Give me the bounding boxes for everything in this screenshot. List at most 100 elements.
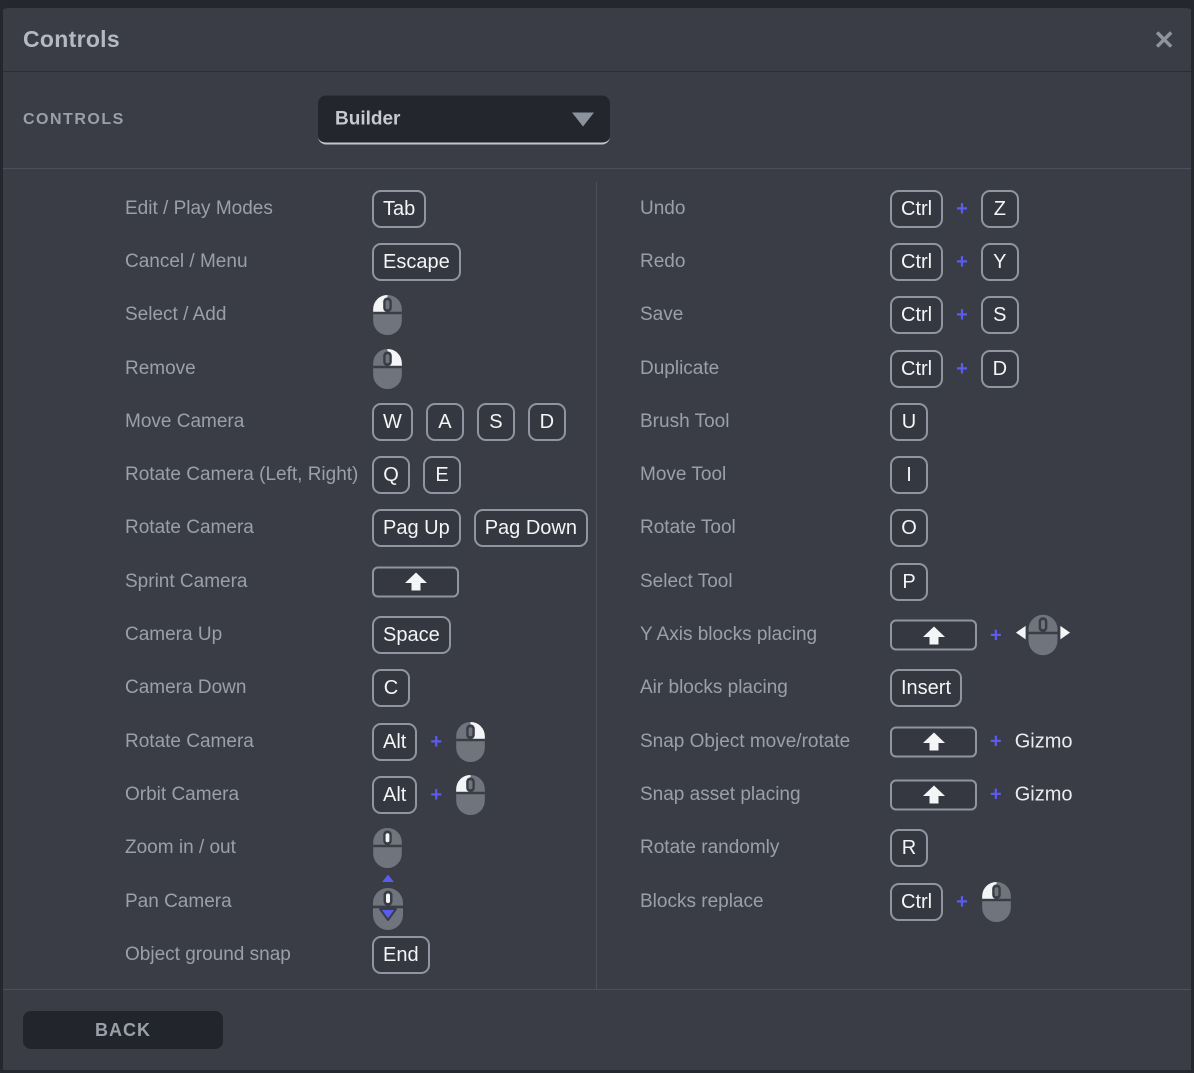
control-binding: Insert — [890, 669, 962, 707]
control-binding: Tab — [372, 190, 426, 228]
control-binding — [372, 294, 403, 336]
key-r: R — [890, 829, 928, 867]
control-binding — [372, 872, 404, 932]
plus-separator: + — [990, 732, 1002, 752]
control-row: Rotate Camera (Left, Right) QE — [3, 448, 596, 501]
control-binding: QE — [372, 456, 461, 494]
control-row: Rotate Camera Alt + — [3, 715, 596, 768]
mouse-left-click-icon — [981, 881, 1012, 923]
control-row: Remove — [3, 342, 596, 395]
control-row: Snap asset placing +Gizmo — [597, 768, 1191, 821]
control-binding: Space — [372, 616, 451, 654]
key-pag-up: Pag Up — [372, 509, 461, 547]
control-binding: WASD — [372, 403, 566, 441]
control-binding: Escape — [372, 243, 461, 281]
key-end: End — [372, 936, 430, 974]
shift-key-icon — [890, 726, 977, 757]
control-binding: Ctrl+Y — [890, 243, 1019, 281]
controls-scheme-dropdown[interactable]: Builder — [318, 96, 610, 145]
control-row: Rotate Camera Pag UpPag Down — [3, 502, 596, 555]
key-alt: Alt — [372, 723, 417, 761]
control-label: Air blocks placing — [640, 677, 788, 699]
key-w: W — [372, 403, 413, 441]
control-binding — [372, 566, 459, 597]
control-binding: Ctrl+Z — [890, 190, 1019, 228]
control-binding: + Gizmo — [890, 726, 1072, 757]
key-e: E — [423, 456, 461, 494]
key-space: Space — [372, 616, 451, 654]
control-binding — [372, 827, 403, 869]
key-ctrl: Ctrl — [890, 190, 943, 228]
plus-separator: + — [956, 359, 968, 379]
plus-separator: + — [430, 785, 442, 805]
key-ctrl: Ctrl — [890, 296, 943, 334]
control-label: Orbit Camera — [125, 784, 239, 806]
key-insert: Insert — [890, 669, 962, 707]
control-label: Select Tool — [640, 571, 733, 593]
control-label: Cancel / Menu — [125, 251, 248, 273]
control-row: Select / Add — [3, 289, 596, 342]
plus-separator: + — [430, 732, 442, 752]
combo-text-gizmo: Gizmo — [1015, 783, 1073, 806]
key-p: P — [890, 563, 928, 601]
control-label: Snap asset placing — [640, 784, 801, 806]
key-ctrl: Ctrl — [890, 350, 943, 388]
control-label: Rotate Tool — [640, 517, 736, 539]
close-icon[interactable]: ✕ — [1153, 27, 1175, 53]
control-row: Select Tool P — [597, 555, 1191, 608]
mouse-left-click-icon — [372, 294, 403, 336]
control-binding: Pag Up Pag Down — [372, 509, 588, 547]
control-row: Cancel / Menu Escape — [3, 235, 596, 288]
combo-text-gizmo: Gizmo — [1015, 730, 1073, 753]
control-label: Edit / Play Modes — [125, 198, 273, 220]
column-left: Edit / Play Modes Tab Cancel / Menu Esca… — [3, 182, 597, 989]
dropdown-selected-value: Builder — [335, 108, 572, 130]
control-binding: I — [890, 456, 928, 494]
mouse-scroll-updown-icon — [372, 872, 404, 932]
key-ctrl: Ctrl — [890, 883, 943, 921]
control-binding: U — [890, 403, 928, 441]
key-i: I — [890, 456, 928, 494]
control-binding: C — [372, 669, 410, 707]
key-c: C — [372, 669, 410, 707]
shift-key-icon — [890, 620, 977, 651]
key-tab: Tab — [372, 190, 426, 228]
control-label: Sprint Camera — [125, 571, 248, 593]
plus-separator: + — [956, 892, 968, 912]
control-binding: End — [372, 936, 430, 974]
back-button[interactable]: BACK — [23, 1011, 223, 1049]
dialog-footer: BACK — [3, 989, 1191, 1070]
control-row: Camera Up Space — [3, 608, 596, 661]
control-binding: Alt + — [372, 721, 486, 763]
key-u: U — [890, 403, 928, 441]
control-binding: P — [890, 563, 928, 601]
control-row: Camera Down C — [3, 662, 596, 715]
caret-down-icon — [572, 112, 594, 126]
controls-section-label: CONTROLS — [23, 111, 125, 129]
key-d: D — [981, 350, 1019, 388]
control-binding: + — [890, 614, 1071, 657]
control-label: Snap Object move/rotate — [640, 731, 850, 753]
shift-key-icon — [890, 779, 977, 810]
plus-separator: + — [956, 199, 968, 219]
control-label: Remove — [125, 358, 196, 380]
control-row: Undo Ctrl+Z — [597, 182, 1191, 235]
controls-dialog: Controls ✕ CONTROLS Builder Edit / Play … — [0, 0, 1194, 1073]
plus-separator: + — [990, 625, 1002, 645]
key-y: Y — [981, 243, 1019, 281]
dialog-title: Controls — [23, 26, 120, 53]
key-d: D — [528, 403, 566, 441]
control-row: Duplicate Ctrl + D — [597, 342, 1191, 395]
key-pag-down: Pag Down — [474, 509, 588, 547]
controls-selector-section: CONTROLS Builder — [3, 72, 1191, 169]
control-row: Air blocks placing Insert — [597, 662, 1191, 715]
key-q: Q — [372, 456, 410, 494]
control-binding: Ctrl+S — [890, 296, 1019, 334]
key-s: S — [981, 296, 1019, 334]
control-row: Snap Object move/rotate + Gizmo — [597, 715, 1191, 768]
control-row: Redo Ctrl+Y — [597, 235, 1191, 288]
control-row: Zoom in / out — [3, 822, 596, 875]
control-label: Select / Add — [125, 304, 226, 326]
control-label: Duplicate — [640, 358, 719, 380]
control-label: Rotate Camera — [125, 731, 254, 753]
